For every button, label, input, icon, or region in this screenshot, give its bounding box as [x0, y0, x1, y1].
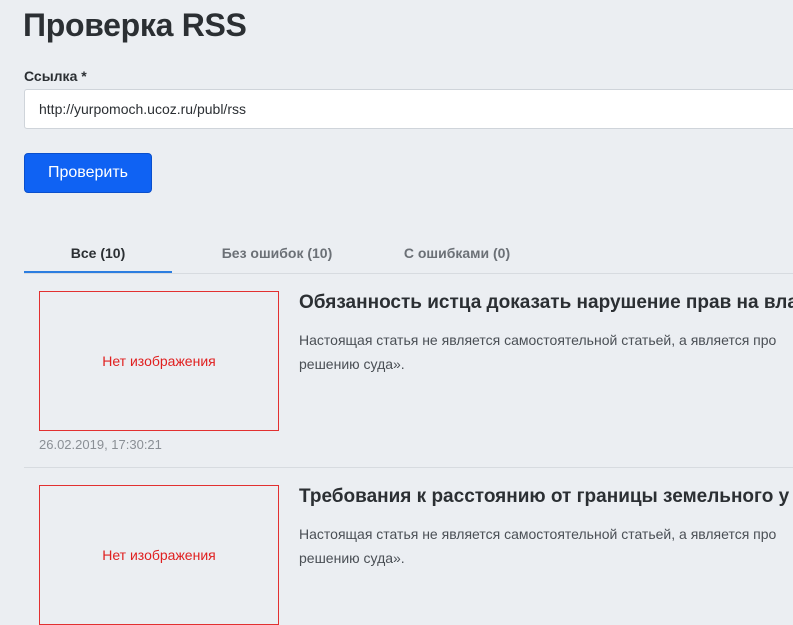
item-title[interactable]: Обязанность истца доказать нарушение пра…: [299, 292, 793, 314]
results-tabs: Все (10) Без ошибок (10) С ошибками (0): [24, 233, 793, 274]
item-description-line: Настоящая статья не является самостоятел…: [299, 332, 777, 348]
page-title: Проверка RSS: [23, 7, 247, 43]
no-image-placeholder: Нет изображения: [39, 485, 279, 625]
item-description: Настоящая статья не является самостоятел…: [299, 522, 793, 570]
item-description-line: решению суда».: [299, 550, 405, 566]
item-description-line: Настоящая статья не является самостоятел…: [299, 526, 777, 542]
item-description: Настоящая статья не является самостоятел…: [299, 328, 793, 376]
feed-item: Нет изображения Требования к расстоянию …: [24, 468, 793, 625]
no-image-text: Нет изображения: [102, 547, 216, 563]
tab-no-errors[interactable]: Без ошибок (10): [202, 233, 352, 273]
item-description-line: решению суда».: [299, 356, 405, 372]
no-image-text: Нет изображения: [102, 353, 216, 369]
link-input[interactable]: [24, 89, 793, 129]
check-button[interactable]: Проверить: [24, 153, 152, 193]
feed-item: Нет изображения Обязанность истца доказа…: [24, 274, 793, 468]
item-title[interactable]: Требования к расстоянию от границы земел…: [299, 486, 793, 508]
tab-all[interactable]: Все (10): [24, 233, 172, 273]
item-date: 26.02.2019, 17:30:21: [39, 437, 162, 452]
tab-with-errors[interactable]: С ошибками (0): [382, 233, 532, 273]
link-label: Ссылка *: [24, 68, 87, 84]
no-image-placeholder: Нет изображения: [39, 291, 279, 431]
